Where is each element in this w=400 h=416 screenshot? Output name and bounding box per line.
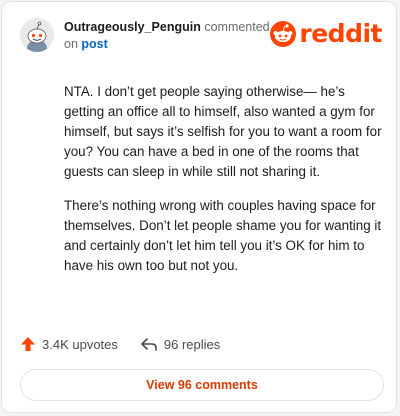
author-username[interactable]: Outrageously_Penguin: [64, 20, 201, 34]
reply-count: 96 replies: [163, 336, 221, 352]
reddit-snoo-icon: [270, 21, 297, 47]
comment-preposition: on: [64, 37, 78, 51]
post-link[interactable]: post: [81, 37, 107, 51]
avatar[interactable]: [20, 18, 54, 52]
comment-actions: 3.4K upvotes 96 replies: [20, 336, 242, 352]
replies-button[interactable]: 96 replies: [140, 336, 220, 352]
upvote-arrow-icon: [21, 337, 35, 351]
upvote-button[interactable]: 3.4K upvotes: [20, 336, 118, 352]
comment-paragraph-2: There’s nothing wrong with couples havin…: [64, 198, 382, 273]
comment-meta: Outrageously_Penguin commented on post: [64, 19, 284, 53]
reddit-logo[interactable]: reddit: [270, 20, 382, 48]
comment-verb: commented: [204, 20, 270, 34]
comment-card: Outrageously_Penguin commented on post r…: [1, 1, 397, 413]
reply-arrow-icon: [141, 338, 157, 351]
upvote-count: 3.4K upvotes: [42, 336, 118, 352]
view-comments-button[interactable]: View 96 comments: [20, 369, 384, 401]
snoo-avatar-icon: [20, 18, 54, 52]
reddit-wordmark: reddit: [299, 19, 382, 48]
comment-body: NTA. I don’t get people saying otherwise…: [64, 82, 384, 290]
comment-paragraph-1: NTA. I don’t get people saying otherwise…: [64, 84, 382, 179]
view-comments-label: View 96 comments: [146, 378, 258, 392]
